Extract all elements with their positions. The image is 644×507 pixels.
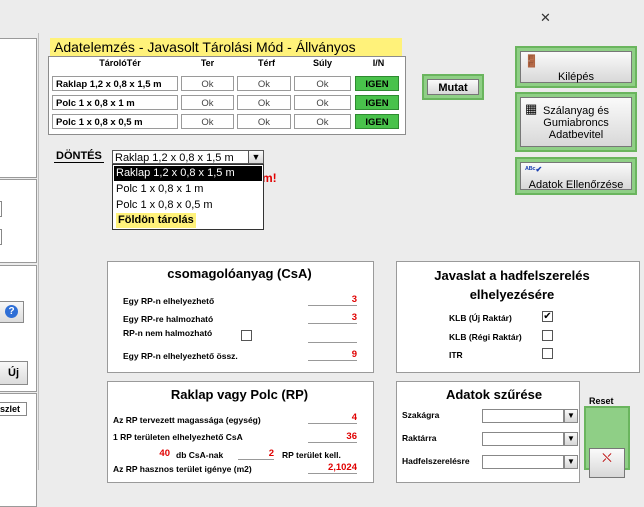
left-pane: ? Új szlet bbox=[0, 33, 39, 507]
row-2-terf: Ok bbox=[237, 95, 291, 110]
checkbox-klb-uj[interactable]: ✔ bbox=[542, 311, 553, 322]
exit-door-icon: 🚪 bbox=[524, 54, 539, 68]
row-2-ter: Ok bbox=[181, 95, 234, 110]
row-2-suly: Ok bbox=[294, 95, 351, 110]
rp-area-count[interactable]: 2 bbox=[238, 448, 274, 460]
szures-title: Adatok szűrése bbox=[445, 387, 543, 402]
filter-label: Raktárra bbox=[402, 433, 437, 443]
chevron-down-icon[interactable]: ▼ bbox=[248, 150, 264, 164]
rp-title: Raklap vagy Polc (RP) bbox=[170, 387, 309, 402]
chevron-down-icon[interactable]: ▼ bbox=[564, 409, 578, 423]
csa-value[interactable]: 3 bbox=[308, 294, 357, 306]
col-header-terf: Térf bbox=[257, 58, 275, 68]
filter-hadfelszereles-select[interactable] bbox=[482, 455, 564, 469]
dropdown-option[interactable]: Polc 1 x 0,8 x 1 m bbox=[116, 182, 203, 197]
rp-label: Az RP hasznos terület igénye (m2) bbox=[113, 464, 252, 474]
help-icon: ? bbox=[5, 305, 18, 318]
col-header-tarolo: TárolóTér bbox=[99, 58, 141, 68]
csa-value[interactable]: 9 bbox=[308, 349, 357, 361]
dropdown-option[interactable]: Földön tárolás bbox=[116, 213, 196, 228]
reset-button[interactable]: ⛌ bbox=[584, 406, 630, 478]
partial-field: szlet bbox=[0, 402, 27, 416]
javaslat-option-label: KLB (Régi Raktár) bbox=[449, 332, 522, 342]
csa-label: Egy RP-n elhelyezhető bbox=[123, 296, 215, 306]
csa-nem-halmozhato-checkbox[interactable] bbox=[241, 330, 252, 341]
checkbox-klb-regi[interactable] bbox=[542, 330, 553, 341]
checkbox-itr[interactable] bbox=[542, 348, 553, 359]
javaslat-option-label: KLB (Új Raktár) bbox=[449, 313, 512, 323]
left-panel-middle bbox=[0, 179, 37, 263]
spellcheck-icon: ᴬᴮᶜ✔ bbox=[525, 165, 543, 174]
filter-label: Hadfelszerelésre bbox=[402, 456, 470, 466]
reset-label: Reset bbox=[589, 396, 614, 406]
csa-value[interactable] bbox=[308, 330, 357, 343]
filter-raktar-select[interactable] bbox=[482, 432, 564, 446]
dropdown-option[interactable]: Polc 1 x 0,8 x 0,5 m bbox=[116, 198, 213, 213]
left-panel-top bbox=[0, 38, 37, 178]
row-1-name: Raklap 1,2 x 0,8 x 1,5 m bbox=[52, 76, 178, 91]
row-3-name: Polc 1 x 0,8 x 0,5 m bbox=[52, 114, 178, 129]
dontes-dropdown: Raklap 1,2 x 0,8 x 1,5 m Polc 1 x 0,8 x … bbox=[112, 164, 264, 230]
szalanyag-button[interactable]: ▦ Szálanyag és Gumiabroncs Adatbevitel bbox=[515, 92, 637, 152]
row-1-terf: Ok bbox=[237, 76, 291, 91]
csa-label: Egy RP-re halmozható bbox=[123, 314, 214, 324]
row-2-name: Polc 1 x 0,8 x 1 m bbox=[52, 95, 178, 110]
chevron-down-icon[interactable]: ▼ bbox=[564, 455, 578, 469]
csa-label: Egy RP-n elhelyezhető össz. bbox=[123, 351, 238, 361]
rp-value[interactable]: 4 bbox=[308, 412, 357, 424]
rp-label: db CsA-nak bbox=[176, 450, 224, 460]
page-title: Adatelemzés - Javasolt Tárolási Mód - Ál… bbox=[50, 38, 402, 57]
csa-title: csomagolóanyag (CsA) bbox=[167, 266, 312, 281]
row-3-ter: Ok bbox=[181, 114, 234, 129]
kilepes-button[interactable]: 🚪 Kilépés bbox=[515, 46, 637, 88]
help-button[interactable]: ? bbox=[0, 301, 24, 323]
dontes-label: DÖNTÉS bbox=[54, 150, 104, 163]
rp-label: Az RP tervezett magassága (egység) bbox=[113, 415, 261, 425]
dropdown-option[interactable]: Raklap 1,2 x 0,8 x 1,5 m bbox=[114, 166, 262, 181]
partial-warning-text: m! bbox=[262, 171, 277, 185]
filter-clear-icon: ⛌ bbox=[602, 450, 612, 465]
dontes-select[interactable]: Raklap 1,2 x 0,8 x 1,5 m bbox=[112, 150, 264, 164]
rp-csa-count[interactable]: 40 bbox=[143, 448, 170, 459]
mutat-button[interactable]: Mutat bbox=[422, 74, 484, 100]
csa-value[interactable]: 3 bbox=[308, 312, 357, 324]
rp-value[interactable]: 36 bbox=[308, 431, 357, 443]
filter-label: Szakágra bbox=[402, 410, 440, 420]
row-3-terf: Ok bbox=[237, 114, 291, 129]
col-header-ter: Ter bbox=[200, 58, 215, 68]
close-icon[interactable]: ✕ bbox=[540, 10, 551, 26]
row-3-suly: Ok bbox=[294, 114, 351, 129]
uj-button[interactable]: Új bbox=[0, 361, 28, 385]
row-2-in: IGEN bbox=[355, 95, 399, 110]
rp-label: 1 RP területen elhelyezhető CsA bbox=[113, 432, 243, 442]
filter-szakag-select[interactable] bbox=[482, 409, 564, 423]
col-header-suly: Súly bbox=[312, 58, 332, 68]
rp-label: RP terület kell. bbox=[282, 450, 341, 460]
row-1-ter: Ok bbox=[181, 76, 234, 91]
row-3-in: IGEN bbox=[355, 114, 399, 129]
csa-label: RP-n nem halmozható bbox=[123, 328, 213, 338]
javaslat-title: Javaslat a hadfelszerelés elhelyezésére bbox=[434, 268, 590, 302]
rp-value[interactable]: 2,1024 bbox=[308, 462, 357, 474]
chevron-down-icon[interactable]: ▼ bbox=[564, 432, 578, 446]
row-1-suly: Ok bbox=[294, 76, 351, 91]
col-header-in: I/N bbox=[372, 58, 385, 68]
adatok-ellenorzese-button[interactable]: ᴬᴮᶜ✔ Adatok Ellenőrzése bbox=[515, 157, 637, 195]
javaslat-option-label: ITR bbox=[449, 350, 463, 360]
row-1-in: IGEN bbox=[355, 76, 399, 91]
